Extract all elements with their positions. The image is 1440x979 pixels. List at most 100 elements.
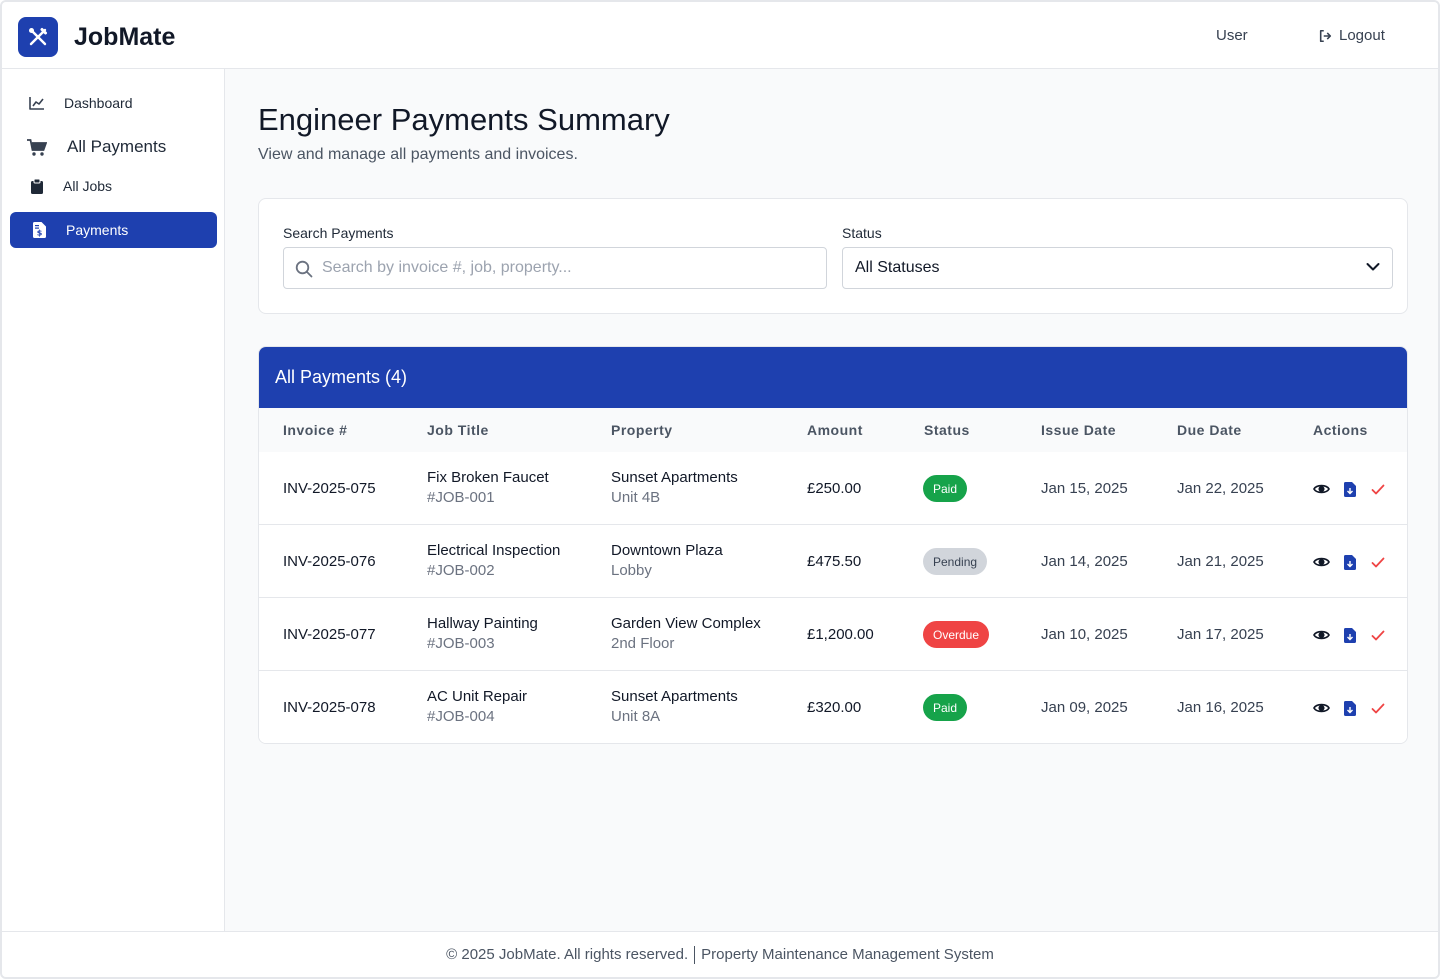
job-id: #JOB-002 — [427, 562, 495, 579]
download-file-icon[interactable] — [1341, 480, 1359, 498]
property-unit: Unit 8A — [611, 708, 661, 725]
app-window: JobMate User Logout Dashboard All Paymen… — [0, 0, 1440, 979]
view-icon[interactable] — [1312, 699, 1330, 717]
download-file-icon[interactable] — [1341, 553, 1359, 571]
download-file-icon[interactable] — [1341, 699, 1359, 717]
table-row: INV-2025-078 AC Unit Repair #JOB-004 Sun… — [259, 671, 1407, 743]
download-file-icon[interactable] — [1341, 626, 1359, 644]
sidebar-item-label: Payments — [66, 222, 129, 238]
invoice-number: INV-2025-078 — [283, 699, 376, 716]
column-header-due-date: Due Date — [1177, 422, 1242, 438]
column-header-actions: Actions — [1313, 422, 1368, 438]
view-icon[interactable] — [1312, 626, 1330, 644]
due-date: Jan 21, 2025 — [1177, 553, 1264, 570]
issue-date: Jan 15, 2025 — [1041, 480, 1128, 497]
logo[interactable] — [18, 17, 58, 57]
amount: £475.50 — [807, 553, 862, 570]
search-label: Search Payments — [283, 225, 394, 241]
invoice-number: INV-2025-076 — [283, 553, 376, 570]
job-title: Hallway Painting — [427, 615, 538, 632]
svg-text:$: $ — [36, 229, 42, 238]
amount: £250.00 — [807, 480, 862, 497]
property-name: Garden View Complex — [611, 615, 761, 632]
mark-paid-check-icon[interactable] — [1369, 626, 1387, 644]
invoice-number: INV-2025-077 — [283, 626, 376, 643]
column-header-issue-date: Issue Date — [1041, 422, 1117, 438]
sidebar-item-payments[interactable]: $ Payments — [10, 212, 217, 248]
property-unit: Unit 4B — [611, 489, 661, 506]
column-header-invoice: Invoice # — [283, 422, 348, 438]
view-icon[interactable] — [1312, 553, 1330, 571]
issue-date: Jan 14, 2025 — [1041, 553, 1128, 570]
sidebar-item-all-jobs[interactable]: All Jobs — [10, 168, 217, 204]
amount: £1,200.00 — [807, 626, 874, 643]
due-date: Jan 22, 2025 — [1177, 480, 1264, 497]
filter-card: Search Payments Status All Statuses — [258, 198, 1408, 314]
table-column-headers: Invoice # Job Title Property Amount Stat… — [259, 408, 1407, 452]
page-title: Engineer Payments Summary — [258, 102, 670, 137]
issue-date: Jan 09, 2025 — [1041, 699, 1128, 716]
invoice-number: INV-2025-075 — [283, 480, 376, 497]
status-select[interactable]: All Statuses — [842, 247, 1393, 289]
chevron-down-icon — [1366, 263, 1380, 271]
sidebar: Dashboard All Payments All Jobs $ Paymen… — [2, 69, 225, 931]
sidebar-item-dashboard[interactable]: Dashboard — [10, 85, 217, 121]
due-date: Jan 17, 2025 — [1177, 626, 1264, 643]
table-row: INV-2025-075 Fix Broken Faucet #JOB-001 … — [259, 452, 1407, 525]
logout-label: Logout — [1339, 27, 1385, 44]
chart-line-icon — [29, 95, 45, 111]
job-id: #JOB-004 — [427, 708, 495, 725]
property-name: Sunset Apartments — [611, 688, 738, 705]
table-row: INV-2025-077 Hallway Painting #JOB-003 G… — [259, 598, 1407, 671]
job-title: Electrical Inspection — [427, 542, 561, 559]
clipboard-icon — [29, 178, 45, 194]
sidebar-item-label: All Jobs — [63, 178, 113, 194]
column-header-status: Status — [924, 422, 970, 438]
footer-divider — [694, 945, 696, 964]
mark-paid-check-icon[interactable] — [1369, 480, 1387, 498]
mark-paid-check-icon[interactable] — [1369, 553, 1387, 571]
job-id: #JOB-003 — [427, 635, 495, 652]
footer-system-name: Property Maintenance Management System — [701, 946, 994, 963]
logout-button[interactable]: Logout — [1318, 27, 1385, 44]
status-badge: Pending — [923, 548, 988, 575]
property-name: Downtown Plaza — [611, 542, 723, 559]
property-unit: Lobby — [611, 562, 652, 579]
footer: © 2025 JobMate. All rights reserved. Pro… — [2, 931, 1438, 977]
job-title: Fix Broken Faucet — [427, 469, 549, 486]
job-title: AC Unit Repair — [427, 688, 528, 705]
table-row: INV-2025-076 Electrical Inspection #JOB-… — [259, 525, 1407, 598]
cart-icon — [27, 138, 47, 156]
column-header-amount: Amount — [807, 422, 863, 438]
column-header-property: Property — [611, 422, 673, 438]
footer-copyright: © 2025 JobMate. All rights reserved. — [446, 946, 689, 963]
sidebar-item-all-payments[interactable]: All Payments — [10, 129, 217, 165]
payments-table-card: All Payments (4) Invoice # Job Title Pro… — [258, 346, 1408, 744]
invoice-dollar-icon: $ — [31, 222, 47, 238]
user-menu-link[interactable]: User — [1216, 27, 1248, 44]
status-badge: Paid — [923, 475, 968, 502]
amount: £320.00 — [807, 699, 862, 716]
sign-out-icon — [1319, 29, 1332, 42]
status-badge: Overdue — [923, 621, 990, 648]
sidebar-item-label: All Payments — [67, 137, 167, 156]
property-name: Sunset Apartments — [611, 469, 738, 486]
status-badge: Paid — [923, 694, 968, 721]
search-field[interactable] — [283, 247, 827, 289]
sidebar-item-label: Dashboard — [64, 95, 133, 111]
status-select-value: All Statuses — [855, 259, 940, 276]
table-header-bar: All Payments (4) — [259, 347, 1407, 408]
issue-date: Jan 10, 2025 — [1041, 626, 1128, 643]
mark-paid-check-icon[interactable] — [1369, 699, 1387, 717]
tools-icon — [29, 28, 47, 46]
page-subtitle: View and manage all payments and invoice… — [258, 146, 578, 163]
brand-name[interactable]: JobMate — [74, 23, 175, 52]
job-id: #JOB-001 — [427, 489, 495, 506]
due-date: Jan 16, 2025 — [1177, 699, 1264, 716]
search-input[interactable] — [322, 248, 812, 288]
status-label: Status — [842, 225, 882, 241]
view-icon[interactable] — [1312, 480, 1330, 498]
top-header: JobMate User Logout — [2, 2, 1438, 69]
column-header-job-title: Job Title — [427, 422, 489, 438]
search-icon — [295, 260, 313, 278]
